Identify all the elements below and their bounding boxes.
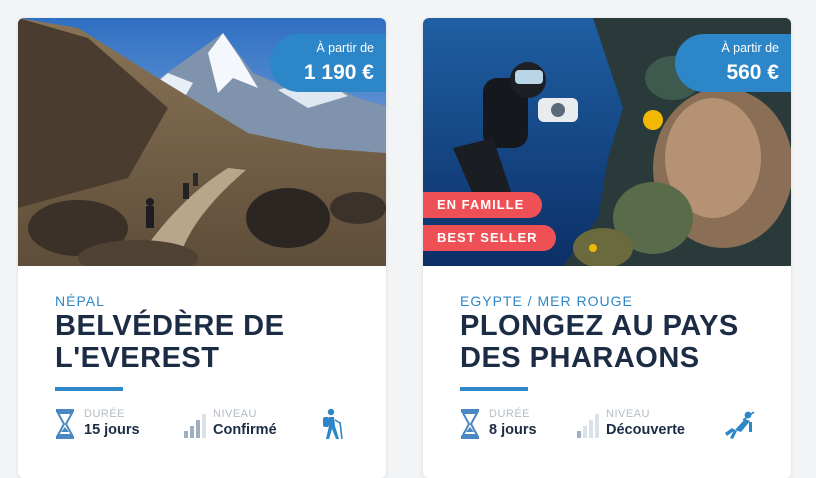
destination-country: NÉPAL [55, 293, 105, 309]
level-value: Confirmé [213, 422, 277, 438]
price-label: À partir de [721, 41, 779, 55]
level-bars-icon [577, 414, 599, 438]
trip-card-egypt[interactable]: À partir de 560 € EN FAMILLE BEST SELLER… [423, 18, 791, 478]
badge-family: EN FAMILLE [423, 192, 543, 218]
badge-best-seller: BEST SELLER [423, 225, 556, 251]
duration-label: DURÉE [489, 408, 531, 420]
price-value: 560 € [726, 61, 779, 84]
level-label: NIVEAU [606, 408, 650, 420]
level-label: NIVEAU [213, 408, 257, 420]
price-tag: À partir de 1 190 € [270, 34, 386, 92]
hiker-icon [323, 408, 343, 440]
price-tag: À partir de 560 € [675, 34, 791, 92]
level-bars-icon [184, 414, 206, 438]
level-value: Découverte [606, 422, 685, 438]
duration-label: DURÉE [84, 408, 126, 420]
trip-photo-underwater[interactable]: À partir de 560 € EN FAMILLE BEST SELLER [423, 18, 791, 266]
duration-value: 15 jours [84, 422, 140, 438]
diver-icon [725, 411, 755, 439]
trip-title[interactable]: BELVÉDÈRE DE L'EVEREST [55, 310, 375, 374]
hourglass-icon [461, 409, 479, 439]
title-underline [55, 387, 123, 391]
destination-country: EGYPTE / MER ROUGE [460, 293, 633, 309]
hourglass-icon [56, 409, 74, 439]
title-underline [460, 387, 528, 391]
trip-photo-mountain[interactable]: À partir de 1 190 € [18, 18, 386, 266]
duration-value: 8 jours [489, 422, 537, 438]
trip-card-everest[interactable]: À partir de 1 190 € NÉPAL BELVÉDÈRE DE L… [18, 18, 386, 478]
price-value: 1 190 € [303, 61, 374, 84]
price-label: À partir de [316, 41, 374, 55]
trip-title[interactable]: PLONGEZ AU PAYS DES PHARAONS [460, 310, 780, 374]
